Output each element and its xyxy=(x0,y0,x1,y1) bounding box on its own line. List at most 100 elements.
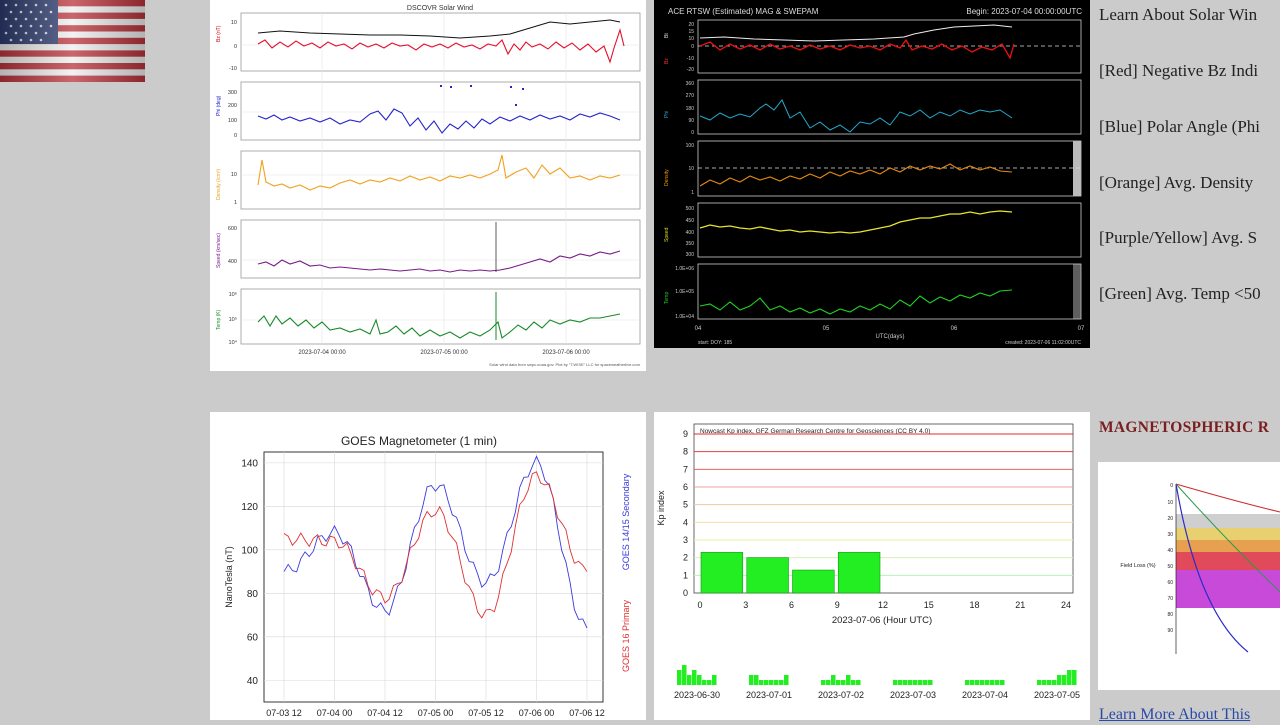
legend-red-bz: [Red] Negative Bz Indi xyxy=(1099,61,1259,80)
dscovr-label-speed: Speed (km/sec) xyxy=(216,233,222,268)
ace-xtick: 04 xyxy=(695,326,702,332)
kp-mini-bar xyxy=(826,680,831,685)
ace-title: ACE RTSW (Estimated) MAG & SWEPAM xyxy=(668,7,819,16)
dscovr-tick: 1 xyxy=(234,200,237,206)
goes-ytick: 60 xyxy=(247,632,259,643)
kp-xtick: 15 xyxy=(924,600,934,610)
dscovr-tick: 10 xyxy=(231,172,237,178)
kp-mini-bar xyxy=(841,680,846,685)
goes-plot-frame xyxy=(263,451,604,703)
kp-mini-bar xyxy=(990,680,995,685)
kp-xtick: 9 xyxy=(835,600,840,610)
kp-day-label[interactable]: 2023-07-02 xyxy=(818,690,864,700)
ace-tick: -20 xyxy=(687,67,694,73)
dscovr-date: 2023-07-04 00:00 xyxy=(298,350,346,356)
kp-bar[interactable] xyxy=(837,552,881,594)
ace-tick: 20 xyxy=(688,22,694,28)
kp-mini-bar xyxy=(898,680,903,685)
goes-xtick: 07-06 00 xyxy=(519,708,555,718)
magnetospheric-svg: 0 10 20 30 40 50 60 70 80 90 Field Loss (%) xyxy=(1120,483,1280,654)
goes-xtick: 07-04 00 xyxy=(317,708,353,718)
goes-ytick: 40 xyxy=(247,676,259,687)
ace-label-bt: Bt xyxy=(664,33,670,38)
dscovr-title: DSCOVR Solar Wind xyxy=(407,5,473,12)
magnetospheric-chart[interactable]: 0 10 20 30 40 50 60 70 80 90 Field Loss (%) xyxy=(1098,462,1280,690)
dscovr-tick: 400 xyxy=(228,259,237,265)
legend-blue-phi: [Blue] Polar Angle (Phi xyxy=(1099,117,1261,136)
svg-text:90: 90 xyxy=(1167,628,1173,634)
kp-mini-bar xyxy=(1062,675,1067,685)
ace-tick: -10 xyxy=(687,56,694,62)
kp-mini-bar xyxy=(928,680,933,685)
kp-ytick: 4 xyxy=(683,517,688,527)
kp-mini-bar xyxy=(764,680,769,685)
kp-index-chart[interactable]: Nowcast Kp index, GFZ German Research Ce… xyxy=(654,412,1090,720)
dscovr-date: 2023-07-06 00:00 xyxy=(542,350,590,356)
ace-tick: 1 xyxy=(691,190,694,196)
ace-tick: 0 xyxy=(691,44,694,50)
kp-day-label[interactable]: 2023-07-01 xyxy=(746,690,792,700)
ace-tick: 300 xyxy=(686,252,695,258)
kp-mini-bar xyxy=(784,675,789,685)
kp-mini-bar xyxy=(779,680,784,685)
ace-label-bz: Bz xyxy=(664,58,670,64)
dscovr-tick: 200 xyxy=(228,103,237,109)
kp-mini-bar xyxy=(923,680,928,685)
kp-day-label[interactable]: 2023-06-30 xyxy=(674,690,720,700)
kp-mini-bar xyxy=(769,680,774,685)
kp-mini-bar xyxy=(1042,680,1047,685)
goes-ylabel: NanoTesla (nT) xyxy=(224,546,234,608)
kp-mini-bar xyxy=(1037,680,1042,685)
svg-text:40: 40 xyxy=(1167,548,1173,554)
goes-ytick: 140 xyxy=(241,458,258,469)
kp-mini-bar xyxy=(851,680,856,685)
us-flag-image xyxy=(0,0,145,82)
kp-bar[interactable] xyxy=(792,569,835,594)
kp-mini-bar xyxy=(1057,675,1062,685)
ace-xtick: 05 xyxy=(823,326,830,332)
legend-green-temp: [Green] Avg. Temp <50 xyxy=(1099,284,1261,303)
dscovr-date: 2023-07-05 00:00 xyxy=(420,350,468,356)
dscovr-label-temp: Temp (K) xyxy=(216,309,222,330)
dscovr-tick: 300 xyxy=(228,90,237,96)
goes-magnetometer-chart[interactable]: GOES Magnetometer (1 min) 140 120 100 80 60 4… xyxy=(210,412,646,720)
kp-mini-bar xyxy=(980,680,985,685)
dscovr-label-density: Density (/cm³) xyxy=(216,169,222,200)
kp-mini-bar xyxy=(903,680,908,685)
kp-ytick: 6 xyxy=(683,482,688,492)
kp-day-label[interactable]: 2023-07-04 xyxy=(962,690,1008,700)
ace-label-speed: Speed xyxy=(664,227,670,242)
ace-tick: 400 xyxy=(686,230,695,236)
kp-bar[interactable] xyxy=(700,552,744,594)
ace-label-temp: Temp xyxy=(664,292,670,304)
learn-more-link[interactable]: Learn More About This xyxy=(1099,706,1250,724)
kp-day-label[interactable]: 2023-07-05 xyxy=(1034,690,1080,700)
kp-mini-bar xyxy=(749,675,754,685)
kp-day-label[interactable]: 2023-07-03 xyxy=(890,690,936,700)
kp-xtick: 21 xyxy=(1015,600,1025,610)
ace-tick: 1.0E+06 xyxy=(675,266,694,272)
legend-purple-speed: [Purple/Yellow] Avg. S xyxy=(1099,228,1258,247)
magnetospheric-title: MAGNETOSPHERIC R xyxy=(1099,419,1270,436)
svg-text:70: 70 xyxy=(1167,596,1173,602)
kp-bar[interactable] xyxy=(746,557,789,594)
goes-xtick: 07-04 12 xyxy=(367,708,403,718)
dscovr-solar-wind-chart[interactable]: DSCOVR Solar Wind Bz (nT) Phi (deg) Dens… xyxy=(210,0,646,371)
ace-tick: 90 xyxy=(688,118,694,124)
kp-mini-bar xyxy=(1047,680,1052,685)
ace-tick: 350 xyxy=(686,241,695,247)
kp-mini-bar xyxy=(975,680,980,685)
goes-ytick: 120 xyxy=(241,502,258,513)
kp-mini-bar xyxy=(712,675,717,685)
dscovr-tick: 10 xyxy=(231,20,237,26)
ace-rtsw-chart[interactable]: ACE RTSW (Estimated) MAG & SWEPAM Begin:… xyxy=(654,0,1090,348)
ace-tick: 100 xyxy=(686,143,695,149)
kp-mini-bar xyxy=(831,675,836,685)
ace-tick: 450 xyxy=(686,218,695,224)
kp-mini-bar xyxy=(692,670,697,685)
ace-tick: 1.0E+05 xyxy=(675,289,694,295)
legend-learn-solar-wind[interactable]: Learn About Solar Win xyxy=(1099,5,1257,25)
goes-xtick: 07-05 12 xyxy=(468,708,504,718)
kp-mini-bar xyxy=(774,680,779,685)
kp-mini-bar xyxy=(913,680,918,685)
